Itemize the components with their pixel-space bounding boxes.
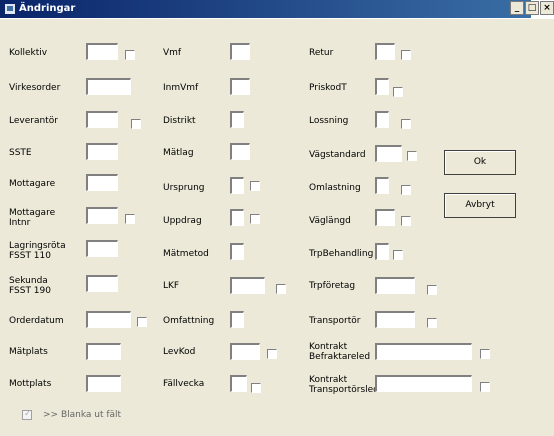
form-client-area: Kollektiv Virkesorder Leverantör SSTE Mo… [0,19,554,436]
checkbox-fallvecka[interactable] [251,383,261,393]
field-orderdatum[interactable] [86,311,131,328]
checkbox-vaglangd[interactable] [401,216,411,226]
label-inmvmf: InmVmf [163,83,199,93]
field-lkf[interactable] [230,277,265,294]
field-sste[interactable] [86,143,118,160]
field-trpbehandling[interactable] [375,243,389,260]
label-orderdatum: Orderdatum [9,316,64,326]
field-uppdrag[interactable] [230,209,244,226]
checkbox-orderdatum[interactable] [137,317,147,327]
label-vaglangd: Väglängd [309,216,351,226]
label-trpbehandling: TrpBehandling [309,249,374,259]
maximize-button[interactable]: □ [525,1,539,15]
field-vaglangd[interactable] [375,209,395,226]
label-kontrakt-befraktareled: Kontrakt Befraktareled [309,342,371,362]
label-ursprung: Ursprung [163,183,205,193]
label-mottplats: Mottplats [9,379,52,389]
field-trpforetag[interactable] [375,277,415,294]
label-omlastning: Omlastning [309,183,361,193]
label-uppdrag: Uppdrag [163,216,202,226]
label-matplats: Mätplats [9,347,48,357]
field-kontrakt-transportorsled[interactable] [375,375,472,392]
checkbox-levkod[interactable] [267,349,277,359]
label-retur: Retur [309,48,334,58]
field-fallvecka[interactable] [230,375,247,392]
minimize-button[interactable]: _ [510,1,524,15]
field-kollektiv[interactable] [86,43,118,60]
ok-button[interactable]: Ok [444,150,516,175]
checkbox-transportor[interactable] [427,318,437,328]
field-virkesorder[interactable] [86,78,131,95]
app-icon [4,3,16,15]
checkbox-leverantor[interactable] [131,119,141,129]
field-matlag[interactable] [230,143,250,160]
label-virkesorder: Virkesorder [9,83,61,93]
field-sekunda[interactable] [86,275,118,292]
checkbox-trpbehandling[interactable] [393,250,403,260]
checkbox-kontrakt-transportorsled[interactable] [480,382,490,392]
label-fallvecka: Fällvecka [163,379,205,389]
label-matlag: Mätlag [163,148,194,158]
checkbox-trpforetag[interactable] [427,285,437,295]
field-mottagare[interactable] [86,174,118,191]
field-mottagare-intnr[interactable] [86,207,118,224]
checkbox-lkf[interactable] [276,284,286,294]
field-ursprung[interactable] [230,177,244,194]
close-button[interactable]: × [540,1,554,15]
cancel-button[interactable]: Avbryt [444,193,516,218]
label-leverantor: Leverantör [9,116,58,126]
label-sste: SSTE [9,148,32,158]
window-controls: _ □ × [510,1,554,17]
checkbox-ursprung[interactable] [250,181,260,191]
field-matplats[interactable] [86,343,121,360]
label-matmetod: Mätmetod [163,249,209,259]
label-vmf: Vmf [163,48,182,58]
label-lossning: Lossning [309,116,349,126]
label-priskodt: PriskodT [309,83,347,93]
label-lkf: LKF [163,281,180,291]
checkbox-lossning[interactable] [401,119,411,129]
field-transportor[interactable] [375,311,415,328]
label-lagringsrota: Lagringsröta FSST 110 [9,241,66,261]
label-levkod: LevKod [163,347,196,357]
checkbox-retur[interactable] [401,50,411,60]
label-omfattning: Omfattning [163,316,215,326]
checkbox-uppdrag[interactable] [250,214,260,224]
field-inmvmf[interactable] [230,78,250,95]
field-kontrakt-befraktareled[interactable] [375,343,472,360]
field-omfattning[interactable] [230,311,244,328]
label-sekunda: Sekunda FSST 190 [9,276,51,296]
field-vagstandard[interactable] [375,145,402,162]
field-retur[interactable] [375,43,395,60]
field-matmetod[interactable] [230,243,244,260]
checkbox-vagstandard[interactable] [407,151,417,161]
field-mottplats[interactable] [86,375,121,392]
checkbox-priskodt[interactable] [393,87,403,97]
checkbox-omlastning[interactable] [401,185,411,195]
field-levkod[interactable] [230,343,260,360]
field-priskodt[interactable] [375,78,389,95]
label-mottagare-intnr: Mottagare Intnr [9,208,56,228]
field-omlastning[interactable] [375,177,389,194]
label-kontrakt-transportorsled: Kontrakt Transportörsled [309,375,379,395]
blanka-label: >> Blanka ut fält [43,410,122,420]
window-title: Ändringar [0,0,531,18]
label-mottagare: Mottagare [9,179,56,189]
field-lossning[interactable] [375,111,389,128]
field-distrikt[interactable] [230,111,244,128]
title-bar: Ändringar _ □ × [0,0,554,19]
field-lagringsrota[interactable] [86,240,118,257]
label-trpforetag: Trpföretag [309,281,356,291]
checkbox-kollektiv[interactable] [125,50,135,60]
checkbox-kontrakt-befraktareled[interactable] [480,349,490,359]
field-leverantor[interactable] [86,111,118,128]
label-kollektiv: Kollektiv [9,48,48,58]
label-distrikt: Distrikt [163,116,196,126]
checkbox-mottagare-intnr[interactable] [125,214,135,224]
label-vagstandard: Vägstandard [309,150,366,160]
label-transportor: Transportör [309,316,361,326]
blanka-checkbox[interactable] [22,409,32,420]
field-vmf[interactable] [230,43,250,60]
